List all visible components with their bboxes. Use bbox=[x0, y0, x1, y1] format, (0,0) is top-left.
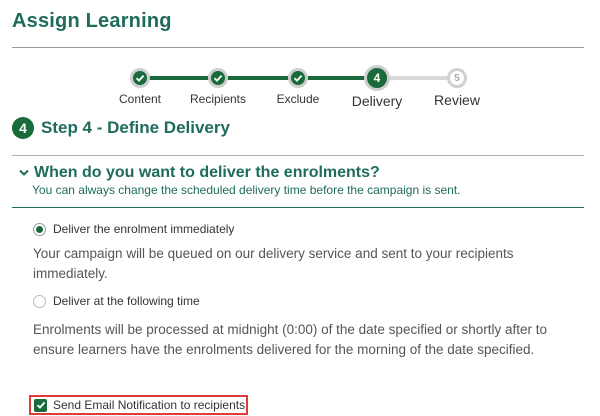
checkbox-label[interactable]: Send Email Notification to recipients bbox=[53, 398, 245, 412]
wizard-step-label: Delivery bbox=[351, 93, 403, 109]
deliver-scheduled-option[interactable]: Deliver at the following time bbox=[33, 294, 200, 308]
radio-button[interactable] bbox=[33, 294, 46, 308]
wizard-progress: Content Recipients Exclude 4 Delivery 5 … bbox=[0, 64, 600, 112]
send-email-notification-checkbox[interactable]: Send Email Notification to recipients bbox=[29, 395, 248, 415]
deliver-immediately-option[interactable]: Deliver the enrolment immediately bbox=[33, 222, 234, 236]
check-icon bbox=[208, 68, 228, 88]
option-description: Your campaign will be queued on our deli… bbox=[33, 246, 514, 281]
step-number-badge: 4 bbox=[364, 65, 390, 91]
step-number-badge: 5 bbox=[447, 68, 467, 88]
wizard-step-label: Exclude bbox=[276, 92, 320, 106]
page-title: Assign Learning bbox=[12, 10, 172, 32]
wizard-step-exclude[interactable]: Exclude bbox=[258, 64, 338, 106]
wizard-step-delivery[interactable]: 4 Delivery bbox=[337, 64, 417, 109]
wizard-step-content[interactable]: Content bbox=[100, 64, 180, 106]
step-heading-text: Step 4 - Define Delivery bbox=[41, 118, 230, 137]
check-icon bbox=[130, 68, 150, 88]
option-description: Enrolments will be processed at midnight… bbox=[33, 322, 548, 357]
radio-label[interactable]: Deliver the enrolment immediately bbox=[53, 222, 234, 236]
section-subtitle: You can always change the scheduled deli… bbox=[32, 183, 461, 197]
radio-button-selected[interactable] bbox=[33, 222, 46, 236]
title-divider bbox=[12, 47, 584, 48]
wizard-step-review[interactable]: 5 Review bbox=[417, 64, 497, 108]
check-icon bbox=[288, 68, 308, 88]
step-heading: 4 Step 4 - Define Delivery bbox=[12, 117, 230, 139]
section-divider bbox=[12, 155, 584, 156]
wizard-step-label: Review bbox=[434, 92, 480, 108]
chevron-down-icon[interactable] bbox=[18, 167, 30, 179]
section-header-divider bbox=[12, 207, 584, 208]
wizard-step-label: Content bbox=[118, 92, 162, 106]
step-number-badge: 4 bbox=[12, 117, 34, 139]
wizard-step-label: Recipients bbox=[189, 92, 247, 106]
radio-label[interactable]: Deliver at the following time bbox=[53, 294, 200, 308]
section-title: When do you want to deliver the enrolmen… bbox=[34, 164, 380, 181]
delivery-section-header[interactable]: When do you want to deliver the enrolmen… bbox=[18, 164, 588, 197]
wizard-step-recipients[interactable]: Recipients bbox=[178, 64, 258, 106]
checkbox-checked-icon[interactable] bbox=[34, 398, 47, 412]
